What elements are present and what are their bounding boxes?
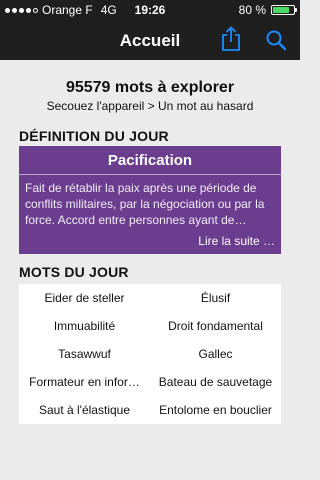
page-title: Accueil — [119, 31, 181, 50]
definition-section-title: DÉFINITION DU JOUR — [19, 128, 169, 144]
words-section-title: MOTS DU JOUR — [19, 264, 129, 280]
battery-icon — [271, 5, 297, 15]
word-item[interactable]: Eider de steller — [19, 284, 150, 312]
definition-text: Fait de rétablir la paix après une pério… — [25, 181, 265, 227]
word-item[interactable]: Saut à l'élastique — [19, 396, 150, 424]
word-item[interactable]: Bateau de sauvetage — [150, 368, 281, 396]
share-icon — [222, 26, 240, 51]
word-item[interactable]: Droit fondamental — [150, 312, 281, 340]
navigation-bar: Accueil — [0, 20, 300, 60]
battery-percent: 80 % — [238, 3, 266, 17]
definition-word: Pacification — [107, 152, 193, 169]
random-word-hint: Secouez l'appareil > Un mot au hasard — [46, 99, 254, 113]
word-item[interactable]: Immuabilité — [19, 312, 150, 340]
share-button[interactable] — [219, 26, 243, 52]
search-icon — [266, 30, 287, 51]
status-bar: Orange F 4G 19:26 80 % — [0, 0, 300, 20]
read-more-link[interactable]: Lire la suite … — [198, 234, 275, 248]
words-grid: Eider de steller Élusif Immuabilité Droi… — [19, 284, 281, 424]
definition-card[interactable]: Pacification Fait de rétablir la paix ap… — [19, 146, 281, 254]
battery-level — [273, 7, 289, 13]
search-button[interactable] — [264, 28, 288, 52]
definition-divider — [19, 174, 281, 175]
word-item[interactable]: Formateur en infor… — [19, 368, 150, 396]
word-item[interactable]: Entolome en bouclier — [150, 396, 281, 424]
word-item[interactable]: Tasawwuf — [19, 340, 150, 368]
word-item[interactable]: Gallec — [150, 340, 281, 368]
word-count: 95579 mots à explorer — [65, 79, 235, 96]
status-right: 80 % — [238, 3, 297, 17]
word-item[interactable]: Élusif — [150, 284, 281, 312]
